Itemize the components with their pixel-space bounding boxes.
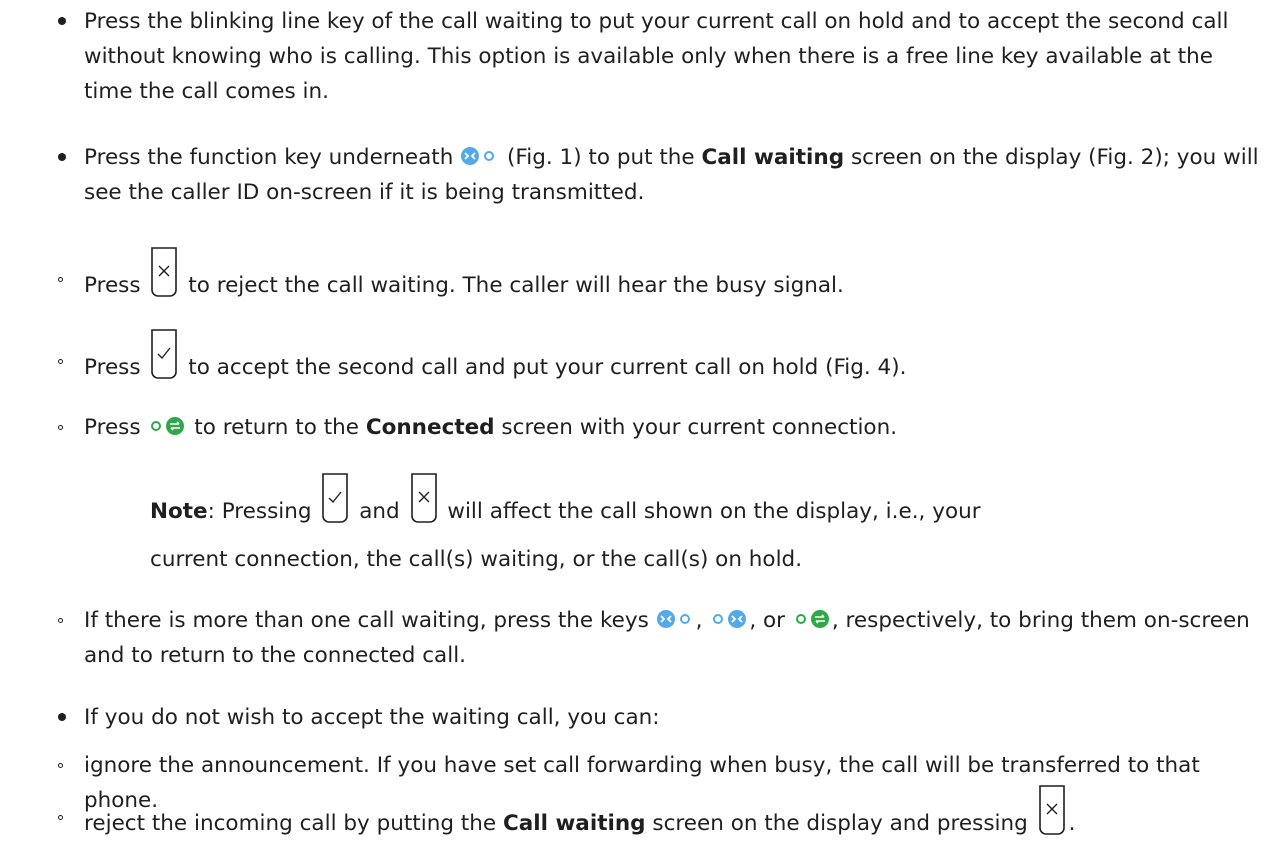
note-line: Note: Pressing and will affect the call … [150, 472, 1226, 542]
paragraph-text: Press to reject the call waiting. The ca… [84, 246, 1266, 316]
text-run: and [359, 499, 400, 524]
paragraph-text: If there is more than one call waiting, … [84, 603, 1266, 673]
bullet [58, 17, 66, 25]
bullet [58, 425, 63, 430]
text-run: screen with your current connection. [501, 415, 898, 440]
bullet [58, 763, 63, 768]
check-key-icon [151, 329, 178, 379]
list-item: Press the blinking line key of the call … [58, 4, 1266, 109]
text-run: Press [84, 415, 141, 440]
text-run: will affect the call shown on the displa… [447, 499, 981, 524]
text-run: reject the incoming call by putting the [84, 811, 497, 836]
text-run: screen on the display and pressing [652, 811, 1028, 836]
text-run: Press [84, 273, 141, 298]
note-block: Note: Pressing and will affect the call … [150, 472, 1226, 577]
text-run: , [695, 608, 703, 633]
bullet [58, 618, 63, 623]
paragraph-text: If you do not wish to accept the waiting… [84, 705, 660, 730]
paragraph-text: Press to accept the second call and put … [84, 328, 1266, 398]
text-run: . [1068, 811, 1076, 836]
bullet [58, 153, 66, 161]
paragraph-text: Press the blinking line key of the call … [84, 9, 1229, 104]
text-run: to return to the [194, 415, 359, 440]
check-key-icon [322, 473, 349, 523]
x-key-icon [151, 247, 178, 297]
text-run: to reject the call waiting. The caller w… [188, 273, 844, 298]
list-item: If you do not wish to accept the waiting… [58, 700, 1266, 735]
connected-nav-icon [795, 610, 829, 628]
bold-text: Call waiting [701, 145, 845, 170]
paragraph-text: Press to return to the Connected screen … [84, 410, 1266, 445]
note-label: Note [150, 499, 208, 524]
bullet [58, 815, 63, 820]
call-waiting-nav-icon [656, 610, 690, 628]
bullet [58, 359, 63, 364]
call-waiting-nav-icon [713, 610, 747, 628]
list-item: Press to accept the second call and put … [58, 328, 1266, 398]
text-run: Press [84, 355, 141, 380]
bullet [58, 277, 63, 282]
document-page: Press the blinking line key of the call … [0, 0, 1286, 845]
list-item: Press to reject the call waiting. The ca… [58, 246, 1266, 316]
connected-nav-icon [151, 417, 185, 435]
bold-text: Connected [365, 415, 495, 440]
x-key-icon [1038, 785, 1065, 835]
list-item: If there is more than one call waiting, … [58, 603, 1266, 673]
text-run: , or [749, 608, 786, 633]
text-run: Press the function key underneath [84, 145, 454, 170]
list-item: Press the function key underneath (Fig. … [58, 140, 1266, 210]
paragraph-text: reject the incoming call by putting the … [84, 784, 1276, 854]
list-item: Press to return to the Connected screen … [58, 410, 1266, 445]
paragraph-text: Press the function key underneath (Fig. … [84, 140, 1266, 210]
note-line: current connection, the call(s) waiting,… [150, 547, 803, 572]
text-run: If there is more than one call waiting, … [84, 608, 649, 633]
call-waiting-nav-icon [461, 147, 495, 165]
list-item: reject the incoming call by putting the … [58, 784, 1276, 854]
text-run: to accept the second call and put your c… [188, 355, 907, 380]
bold-text: Call waiting [502, 811, 646, 836]
bullet [58, 713, 66, 721]
text-run: : Pressing [207, 499, 312, 524]
text-run: (Fig. 1) to put the [507, 145, 695, 170]
x-key-icon [410, 473, 437, 523]
